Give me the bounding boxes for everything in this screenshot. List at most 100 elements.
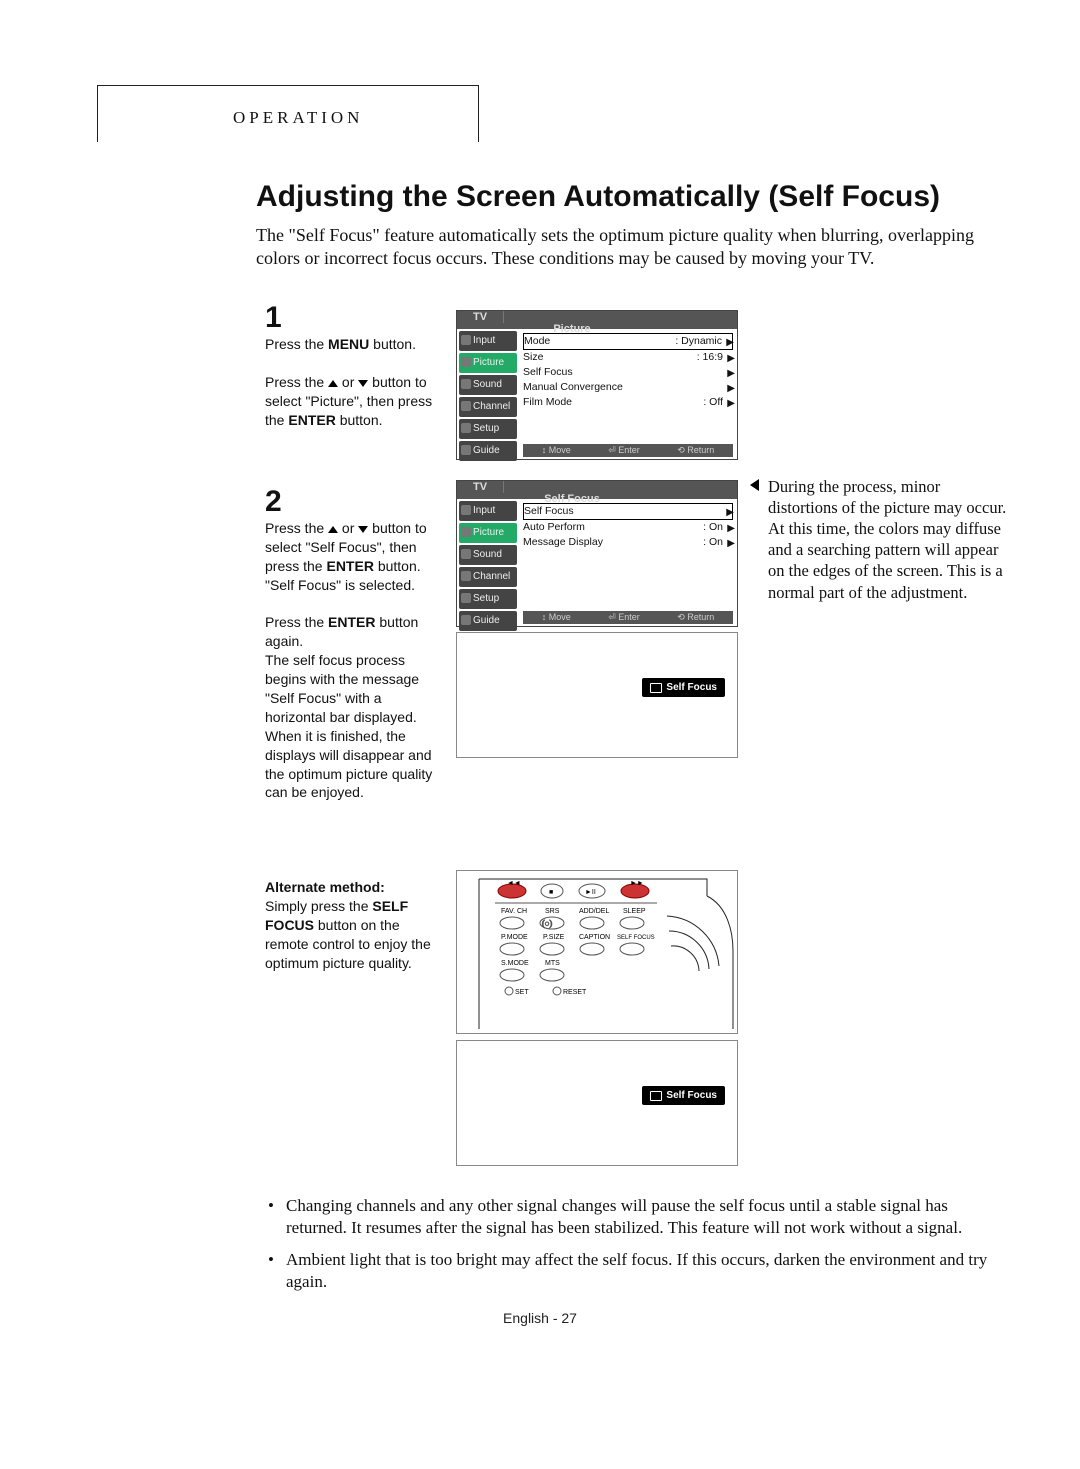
osd-side-tabs: Input Picture Sound Channel Setup Guide: [457, 329, 519, 459]
right-arrow-icon: ▶: [727, 521, 735, 536]
remote-illustration: ◄◄ ■ ►II ►► FAV. CH SRS ADD/DEL SLEEP (●…: [456, 870, 738, 1034]
osd-return: ⟲ Return: [677, 612, 714, 623]
selffocus-badge: Self Focus: [642, 1086, 725, 1105]
svg-text:◄◄: ◄◄: [507, 880, 521, 887]
svg-text:►II: ►II: [585, 889, 596, 896]
r: : On: [703, 535, 723, 550]
notes-bullets: •Changing channels and any other signal …: [268, 1195, 1008, 1303]
bullet-icon: •: [268, 1195, 286, 1239]
r: : Off: [703, 395, 723, 410]
up-arrow-icon: [328, 526, 338, 533]
remote-label-selffocus: SELF FOCUS: [617, 935, 655, 941]
remote-label-sleep: SLEEP: [623, 908, 646, 915]
t: Press the: [265, 520, 328, 536]
t: Press the: [265, 336, 328, 352]
osd-row-size: Size: 16:9▶: [523, 350, 733, 365]
osd-tab-guide: Guide: [459, 441, 517, 461]
enter-label: ENTER: [328, 614, 375, 630]
osd-enter: ⏎ Enter: [608, 445, 640, 456]
right-arrow-icon: ▶: [727, 366, 735, 381]
remote-label-pmode: P.MODE: [501, 934, 528, 941]
remote-label-psize: P.SIZE: [543, 934, 565, 941]
t: Enter: [618, 612, 640, 622]
osd-enter: ⏎ Enter: [608, 612, 640, 623]
down-arrow-icon: [358, 380, 368, 387]
osd-picture-menu: TV Picture Input Picture Sound Channel S…: [456, 310, 738, 460]
left-arrow-icon: [750, 479, 759, 491]
t: button.: [336, 412, 383, 428]
osd-move: ↕ Move: [542, 445, 571, 456]
svg-text:■: ■: [549, 889, 553, 896]
right-arrow-icon: ▶: [727, 351, 735, 366]
enter-label: ENTER: [326, 558, 373, 574]
osd-tab-picture: Picture: [459, 523, 517, 543]
r: : Dynamic: [675, 334, 722, 349]
t: Return: [687, 612, 714, 622]
selffocus-badge-text: Self Focus: [666, 1090, 717, 1101]
osd-footer: ↕ Move ⏎ Enter ⟲ Return: [523, 444, 733, 457]
step-1-text: Press the MENU button. Press the or butt…: [265, 335, 445, 429]
alt-text: Alternate method: Simply press the SELF …: [265, 878, 445, 972]
osd-tab-sound: Sound: [459, 545, 517, 565]
remote-svg: ◄◄ ■ ►II ►► FAV. CH SRS ADD/DEL SLEEP (●…: [457, 871, 737, 1033]
bullet-2: •Ambient light that is too bright may af…: [268, 1249, 1008, 1293]
t: or: [338, 520, 358, 536]
page: { "header": { "section_label": "OPERATIO…: [0, 0, 1080, 1469]
page-number: English - 27: [0, 1310, 1080, 1326]
osd-row-mode: Mode: Dynamic▶: [523, 333, 733, 350]
remote-label-caption: CAPTION: [579, 934, 610, 941]
osd-titlebar: TV Self Focus: [457, 481, 737, 499]
osd-footer: ↕ Move ⏎ Enter ⟲ Return: [523, 611, 733, 624]
l: Film Mode: [523, 395, 572, 410]
osd-tab-guide: Guide: [459, 611, 517, 631]
right-arrow-icon: ▶: [727, 396, 735, 411]
step-number: 1: [265, 303, 445, 333]
osd-tab-setup: Setup: [459, 419, 517, 439]
remote-label-reset: RESET: [563, 989, 587, 996]
remote-label-mts: MTS: [545, 960, 560, 967]
svg-text:►►: ►►: [630, 880, 644, 887]
osd-tab-picture: Picture: [459, 353, 517, 373]
t: Move: [549, 445, 571, 455]
t: Enter: [618, 445, 640, 455]
step-2-text: Press the or button to select "Self Focu…: [265, 519, 445, 802]
osd-row-selffocus: Self Focus▶: [523, 365, 733, 380]
osd-body: Input Picture Sound Channel Setup Guide …: [457, 329, 737, 459]
t: Press the: [265, 614, 328, 630]
osd-tab-channel: Channel: [459, 397, 517, 417]
step-1: 1 Press the MENU button. Press the or bu…: [265, 303, 445, 429]
bullet-2-text: Ambient light that is too bright may aff…: [286, 1249, 1008, 1293]
t: Return: [687, 445, 714, 455]
osd-tab-input: Input: [459, 501, 517, 521]
remote-label-set: SET: [515, 989, 529, 996]
t: or: [338, 374, 358, 390]
right-arrow-icon: ▶: [726, 335, 734, 350]
bullet-icon: •: [268, 1249, 286, 1293]
osd-selffocus-menu: TV Self Focus Input Picture Sound Channe…: [456, 480, 738, 627]
bullet-1: •Changing channels and any other signal …: [268, 1195, 1008, 1239]
side-note: During the process, minor distortions of…: [768, 476, 1008, 603]
osd-tab-setup: Setup: [459, 589, 517, 609]
osd-return: ⟲ Return: [677, 445, 714, 456]
intro-paragraph: The "Self Focus" feature automatically s…: [256, 224, 996, 271]
osd-tab-sound: Sound: [459, 375, 517, 395]
section-tab: OPERATION: [97, 85, 479, 142]
selffocus-preview-1: Self Focus: [456, 632, 738, 758]
r: : 16:9: [697, 350, 723, 365]
t: The self focus process begins with the m…: [265, 652, 432, 800]
alternate-method: Alternate method: Simply press the SELF …: [265, 878, 445, 972]
osd-row-selffocus: Self Focus▶: [523, 503, 733, 520]
t: Press the: [265, 374, 328, 390]
right-arrow-icon: ▶: [727, 536, 735, 551]
svg-text:(●): (●): [542, 919, 552, 928]
right-arrow-icon: ▶: [726, 505, 734, 520]
osd-side-tabs: Input Picture Sound Channel Setup Guide: [457, 499, 519, 626]
osd-tv-label: TV: [457, 311, 504, 323]
r: : On: [703, 520, 723, 535]
osd-row-filmmode: Film Mode : Off ▶: [523, 395, 733, 410]
l: Manual Convergence: [523, 380, 623, 395]
osd-row-manualconv: Manual Convergence▶: [523, 380, 733, 395]
remote-label-smode: S.MODE: [501, 960, 529, 967]
playback-row: ◄◄ ■ ►II ►►: [498, 880, 649, 898]
t: Move: [549, 612, 571, 622]
